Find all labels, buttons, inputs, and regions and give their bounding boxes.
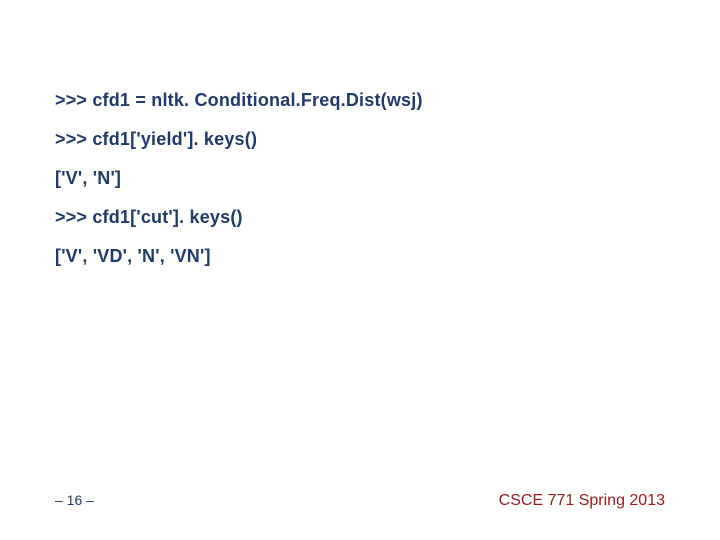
- slide-footer: – 16 – CSCE 771 Spring 2013: [0, 492, 720, 510]
- slide-content: >>> cfd1 = nltk. Conditional.Freq.Dist(w…: [0, 0, 720, 267]
- code-line: ['V', 'VD', 'N', 'VN']: [55, 246, 665, 267]
- page-number: – 16 –: [55, 492, 94, 508]
- course-label: CSCE 771 Spring 2013: [499, 492, 665, 510]
- code-line: >>> cfd1['yield']. keys(): [55, 129, 665, 150]
- code-line: >>> cfd1 = nltk. Conditional.Freq.Dist(w…: [55, 90, 665, 111]
- code-line: ['V', 'N']: [55, 168, 665, 189]
- code-line: >>> cfd1['cut']. keys(): [55, 207, 665, 228]
